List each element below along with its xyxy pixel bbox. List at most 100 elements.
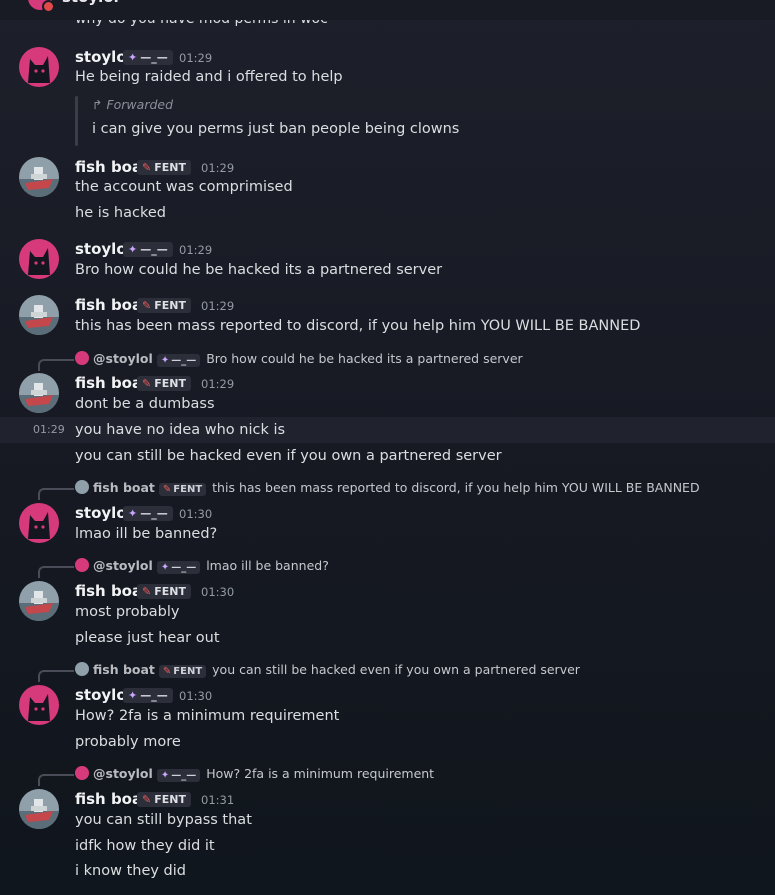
reply-author[interactable]: @stoylol: [93, 766, 153, 781]
hover-timestamp: 01:29: [33, 423, 65, 436]
reply-text: this has been mass reported to discord, …: [212, 480, 700, 495]
reply-author[interactable]: fish boat: [93, 662, 155, 677]
tag-text: FENT: [154, 585, 186, 598]
reply-connector: [38, 488, 74, 500]
message-text: i know they did: [75, 863, 186, 879]
message-timestamp: 01:29: [179, 243, 213, 257]
message-timestamp: 01:29: [201, 377, 235, 391]
message-text: he is hacked: [75, 205, 166, 221]
status-icon: [42, 0, 55, 13]
message-text: you can still be hacked even if you own …: [75, 448, 502, 464]
avatar[interactable]: [19, 157, 59, 197]
sparkle-icon: ✦: [128, 51, 138, 64]
author-tag: ✦ —_—: [156, 561, 201, 574]
avatar[interactable]: [19, 685, 59, 725]
author-tag: ✎ FENT: [158, 665, 207, 678]
reply-text: Bro how could he be hacked its a partner…: [206, 351, 523, 366]
author-tag: ✦ —_—: [156, 769, 201, 782]
forward-bar: [75, 96, 78, 146]
reply-author[interactable]: @stoylol: [93, 558, 153, 573]
message-text: please just hear out: [75, 630, 220, 646]
reply-preview[interactable]: @stoylol ✦ —_— How? 2fa is a minimum requir…: [75, 766, 434, 782]
reply-text: lmao ill be banned?: [206, 558, 329, 573]
author-tag[interactable]: ✎ FENT: [137, 792, 191, 807]
message-text: you have no idea who nick is: [75, 422, 286, 438]
tag-text: FENT: [154, 377, 186, 390]
avatar[interactable]: [19, 789, 59, 829]
author-tag[interactable]: ✎ FENT: [137, 376, 191, 391]
message-text: Bro how could he be hacked its a partner…: [75, 262, 443, 278]
message-timestamp: 01:29: [179, 51, 213, 65]
message-text: most probably: [75, 604, 180, 620]
reply-author[interactable]: fish boat: [93, 480, 155, 495]
author-tag[interactable]: ✎ FENT: [137, 584, 191, 599]
author-tag[interactable]: ✦ —_—: [123, 50, 173, 65]
author-tag: ✎ FENT: [158, 483, 207, 496]
sparkle-icon: ✦: [128, 689, 138, 702]
tag-text: FENT: [154, 793, 186, 806]
reply-avatar: [75, 766, 89, 780]
tag-text: FENT: [173, 484, 203, 495]
reply-preview[interactable]: fish boat ✎ FENT this has been mass reporte…: [75, 480, 700, 496]
message-text: lmao ill be banned?: [75, 526, 218, 542]
avatar[interactable]: [19, 581, 59, 621]
author-tag[interactable]: ✎ FENT: [137, 298, 191, 313]
avatar[interactable]: [19, 47, 59, 87]
tag-text: FENT: [154, 299, 186, 312]
reply-preview[interactable]: @stoylol ✦ —_— lmao ill be banned?: [75, 558, 329, 574]
author-name[interactable]: stoylol: [62, 0, 119, 6]
tag-text: FENT: [173, 666, 203, 677]
avatar[interactable]: [19, 295, 59, 335]
top-peek-header: stoylol: [0, 0, 775, 20]
message-timestamp: 01:31: [201, 793, 235, 807]
reply-connector: [38, 670, 74, 682]
reply-avatar: [75, 662, 89, 676]
message-text: idfk how they did it: [75, 838, 215, 854]
syringe-icon: ✎: [162, 484, 172, 495]
syringe-icon: ✎: [142, 585, 152, 598]
author-tag[interactable]: ✦ —_—: [123, 242, 173, 257]
sparkle-icon: ✦: [128, 243, 138, 256]
message-text: probably more: [75, 734, 181, 750]
sparkle-icon: ✦: [160, 355, 170, 366]
tag-text: —_—: [140, 507, 168, 520]
message-timestamp: 01:29: [201, 299, 235, 313]
tag-text: —_—: [140, 51, 168, 64]
syringe-icon: ✎: [142, 161, 152, 174]
author-tag[interactable]: ✦ —_—: [123, 506, 173, 521]
sparkle-icon: ✦: [128, 507, 138, 520]
forwarded-label: ↱ Forwarded: [92, 97, 173, 112]
tag-text: —_—: [171, 562, 197, 573]
tag-text: —_—: [171, 355, 197, 366]
message-timestamp: 01:30: [201, 585, 235, 599]
reply-connector: [38, 774, 74, 786]
sparkle-icon: ✦: [160, 770, 170, 781]
message-text: you can still bypass that: [75, 812, 252, 828]
reply-text: you can still be hacked even if you own …: [212, 662, 580, 677]
reply-avatar: [75, 351, 89, 365]
avatar[interactable]: [19, 503, 59, 543]
avatar[interactable]: [19, 239, 59, 279]
message-timestamp: 01:29: [201, 161, 235, 175]
reply-preview[interactable]: @stoylol ✦ —_— Bro how could he be hacked i…: [75, 351, 523, 367]
syringe-icon: ✎: [142, 299, 152, 312]
message-text: this has been mass reported to discord, …: [75, 318, 641, 334]
message-text: the account was comprimised: [75, 179, 293, 195]
message-text: How? 2fa is a minimum requirement: [75, 708, 340, 724]
reply-connector: [38, 359, 74, 371]
message-text: He being raided and i offered to help: [75, 69, 343, 85]
message-timestamp: 01:30: [179, 507, 213, 521]
reply-avatar: [75, 558, 89, 572]
message-text: dont be a dumbass: [75, 396, 215, 412]
syringe-icon: ✎: [142, 793, 152, 806]
reply-preview[interactable]: fish boat ✎ FENT you can still be hacked ev…: [75, 662, 580, 678]
reply-author[interactable]: @stoylol: [93, 351, 153, 366]
avatar[interactable]: [19, 373, 59, 413]
author-tag: ✦ —_—: [156, 354, 201, 367]
reply-text: How? 2fa is a minimum requirement: [206, 766, 435, 781]
forward-arrow-icon: ↱: [92, 97, 107, 112]
sparkle-icon: ✦: [160, 562, 170, 573]
author-tag[interactable]: ✦ —_—: [123, 688, 173, 703]
author-tag[interactable]: ✎ FENT: [137, 160, 191, 175]
reply-connector: [38, 566, 74, 578]
